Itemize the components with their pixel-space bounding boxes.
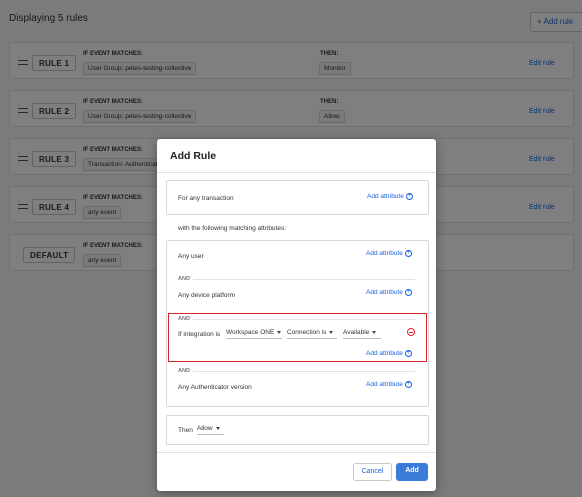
divider	[193, 371, 415, 372]
integration-select-value: Workspace ONE	[226, 329, 275, 336]
plus-circle-icon: +	[404, 350, 412, 357]
plus-circle-icon: +	[404, 289, 412, 296]
any-user-label: Any user	[178, 253, 204, 260]
add-attribute-label: Add attribute	[366, 250, 403, 258]
add-attribute-link[interactable]: Add attribute +	[366, 289, 412, 296]
chevron-down-icon	[329, 330, 334, 334]
and-separator: AND	[178, 368, 190, 374]
chevron-down-icon	[277, 330, 282, 334]
add-button[interactable]: Add	[396, 463, 428, 481]
integration-select[interactable]: Workspace ONE	[226, 327, 282, 339]
connection-select-value: Connection is	[287, 329, 327, 336]
add-rule-modal: Add Rule For any transaction Add attribu…	[157, 139, 436, 491]
status-select[interactable]: Available	[343, 327, 381, 339]
remove-circle-icon[interactable]	[407, 328, 415, 336]
integration-prefix-label: If integration is	[178, 331, 221, 338]
then-label: Then	[178, 427, 193, 434]
plus-circle-icon: +	[404, 250, 412, 257]
then-action-select[interactable]: Allow	[197, 423, 224, 435]
divider	[193, 319, 415, 320]
add-attribute-label: Add attribute	[366, 381, 403, 389]
then-action-value: Allow	[197, 425, 213, 432]
add-attribute-link[interactable]: Add attribute +	[367, 193, 413, 200]
divider	[157, 172, 436, 173]
add-attribute-link[interactable]: Add attribute +	[366, 250, 412, 257]
add-attribute-link[interactable]: Add attribute +	[366, 381, 412, 388]
add-attribute-label: Add attribute	[366, 350, 403, 358]
connection-select[interactable]: Connection is	[287, 327, 337, 339]
status-select-value: Available	[343, 329, 370, 336]
modal-title: Add Rule	[170, 150, 217, 162]
transaction-box: For any transaction Add attribute +	[166, 180, 429, 215]
add-attribute-label: Add attribute	[366, 289, 403, 297]
then-box: Then Allow	[166, 415, 429, 445]
plus-circle-icon: +	[404, 381, 412, 388]
any-authenticator-label: Any Authenticator version	[178, 384, 252, 391]
chevron-down-icon	[372, 330, 377, 334]
divider	[157, 452, 436, 453]
add-attribute-label: Add attribute	[367, 193, 404, 201]
divider	[193, 279, 415, 280]
for-any-transaction-label: For any transaction	[178, 195, 234, 202]
add-attribute-link[interactable]: Add attribute +	[366, 350, 412, 357]
and-separator: AND	[178, 316, 190, 322]
chevron-down-icon	[215, 426, 220, 430]
cancel-button[interactable]: Cancel	[353, 463, 392, 481]
any-device-platform-label: Any device platform	[178, 292, 236, 299]
matching-attributes-label: with the following matching attributes:	[178, 225, 287, 232]
and-separator: AND	[178, 276, 190, 282]
plus-circle-icon: +	[405, 193, 413, 200]
